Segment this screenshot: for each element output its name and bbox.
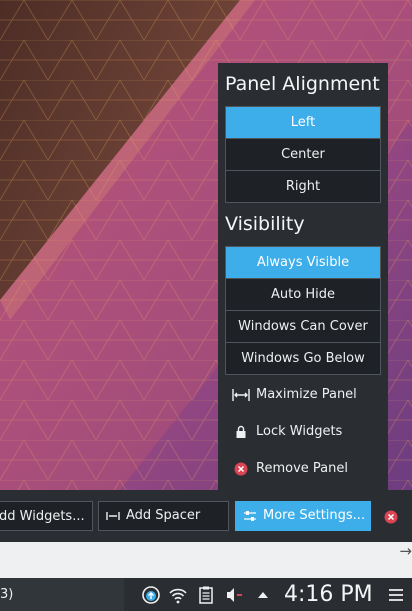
maximize-icon — [232, 386, 250, 404]
alignment-center-button[interactable]: Center — [226, 138, 380, 170]
add-widgets-label: dd Widgets... — [0, 509, 85, 524]
arrow-right-icon[interactable]: → — [399, 542, 412, 560]
alignment-left-button[interactable]: Left — [226, 107, 380, 138]
panel-alignment-title: Panel Alignment — [225, 73, 380, 95]
settings-sliders-icon — [243, 510, 257, 522]
panel-alignment-group: Left Center Right — [225, 106, 381, 203]
add-spacer-label: Add Spacer — [126, 508, 201, 523]
wifi-icon[interactable] — [168, 585, 188, 605]
remove-panel-button[interactable]: Remove Panel — [232, 458, 348, 480]
updates-icon[interactable] — [141, 585, 161, 605]
volume-muted-icon[interactable] — [224, 585, 244, 605]
visibility-always-visible-button[interactable]: Always Visible — [226, 247, 380, 278]
panel-edit-toolbar: dd Widgets... Add Spacer More Settings..… — [0, 490, 412, 542]
menu-icon[interactable] — [386, 585, 406, 605]
visibility-windows-go-below-button[interactable]: Windows Go Below — [226, 342, 380, 374]
expand-tray-icon[interactable] — [253, 585, 273, 605]
task-manager-item[interactable]: 3) — [0, 578, 124, 611]
lock-icon — [232, 423, 250, 441]
remove-icon — [232, 460, 250, 478]
task-item-label: 3) — [0, 587, 14, 602]
add-spacer-button[interactable]: Add Spacer — [98, 501, 229, 531]
lock-widgets-label: Lock Widgets — [256, 424, 343, 439]
visibility-auto-hide-button[interactable]: Auto Hide — [226, 278, 380, 310]
clipboard-icon[interactable] — [196, 585, 216, 605]
spacer-icon — [106, 511, 120, 521]
visibility-windows-can-cover-button[interactable]: Windows Can Cover — [226, 310, 380, 342]
visibility-group: Always Visible Auto Hide Windows Can Cov… — [225, 246, 381, 375]
lock-widgets-button[interactable]: Lock Widgets — [232, 421, 342, 443]
more-settings-button[interactable]: More Settings... — [235, 501, 371, 531]
taskbar: 3) 4:16 PM — [0, 578, 412, 611]
maximize-panel-label: Maximize Panel — [256, 387, 357, 402]
maximize-panel-button[interactable]: Maximize Panel — [232, 384, 357, 406]
panel-ruler[interactable]: → — [0, 542, 412, 578]
remove-panel-label: Remove Panel — [256, 461, 348, 476]
more-settings-label: More Settings... — [263, 508, 366, 523]
close-panel-edit-icon[interactable] — [384, 509, 398, 528]
add-widgets-button[interactable]: dd Widgets... — [0, 501, 93, 531]
clock[interactable]: 4:16 PM — [284, 580, 373, 609]
visibility-title: Visibility — [225, 213, 305, 235]
panel-settings-popup: Panel Alignment Left Center Right Visibi… — [218, 63, 388, 491]
alignment-right-button[interactable]: Right — [226, 170, 380, 202]
